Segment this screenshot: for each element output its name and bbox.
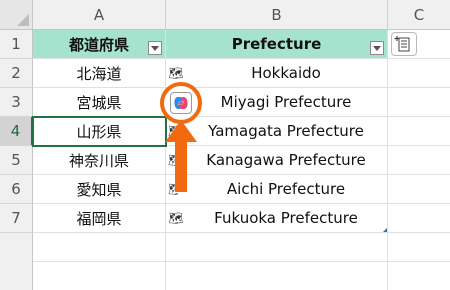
column-header-c[interactable]: C (388, 0, 450, 30)
insert-data-glyph (394, 36, 410, 52)
chevron-down-icon (373, 45, 381, 51)
copilot-icon[interactable] (170, 92, 192, 114)
row-header-1[interactable]: 1 (0, 30, 33, 59)
table-cell[interactable]: 愛知県 (33, 175, 165, 203)
chevron-down-icon (151, 45, 159, 51)
row-header-7[interactable]: 7 (0, 204, 33, 233)
select-all-triangle (17, 14, 29, 26)
pref-jp-text: 宮城県 (76, 93, 122, 112)
pref-en-text: Yamagata Prefecture (208, 122, 364, 140)
table-cell[interactable]: Kanagawa Prefecture (188, 146, 384, 174)
table-header-cell[interactable]: 都道府県 (33, 30, 165, 58)
table-cell[interactable]: Aichi Prefecture (188, 175, 384, 203)
pref-en-text: Hokkaido (251, 64, 321, 82)
row-header-6[interactable]: 6 (0, 175, 33, 204)
table-cell[interactable]: 北海道 (33, 59, 165, 87)
row-header-2[interactable]: 2 (0, 59, 33, 88)
table-cell[interactable]: 福岡県 (33, 204, 165, 232)
active-cell-border (32, 116, 167, 147)
pref-en-text: Kanagawa Prefecture (206, 151, 366, 169)
row-header-3[interactable]: 3 (0, 88, 33, 117)
table-cell[interactable]: Yamagata Prefecture (188, 117, 384, 145)
table-cell[interactable]: 宮城県 (33, 88, 165, 116)
filter-dropdown-icon[interactable] (148, 41, 162, 55)
header-label-jp: 都道府県 (68, 35, 129, 54)
pref-jp-text: 北海道 (76, 64, 122, 83)
row-header-empty (0, 233, 33, 290)
table-cell[interactable]: Miyagi Prefecture (188, 88, 384, 116)
header-label-en: Prefecture (231, 35, 322, 53)
gridline (387, 30, 388, 290)
annotation-arrow (165, 120, 197, 192)
filter-dropdown-icon[interactable] (370, 41, 384, 55)
table-cell[interactable]: 神奈川県 (33, 146, 165, 174)
column-header-b[interactable]: B (166, 0, 388, 30)
map-icon[interactable]: 🗺︎ (168, 211, 184, 225)
pref-en-text: Fukuoka Prefecture (214, 209, 358, 227)
map-icon[interactable]: 🗺︎ (168, 66, 184, 80)
table-cell[interactable]: Hokkaido (188, 59, 384, 87)
insert-data-icon[interactable] (391, 32, 417, 56)
row-header-4[interactable]: 4 (0, 117, 33, 146)
pref-en-text: Aichi Prefecture (226, 180, 346, 198)
pref-jp-text: 愛知県 (76, 180, 122, 199)
row-header-5[interactable]: 5 (0, 146, 33, 175)
select-all-corner[interactable] (0, 0, 33, 30)
pref-en-text: Miyagi Prefecture (220, 93, 352, 111)
table-resize-handle[interactable] (383, 228, 387, 232)
pref-jp-text: 福岡県 (76, 209, 122, 228)
table-header-cell[interactable]: Prefecture (166, 30, 387, 58)
table-cell[interactable]: Fukuoka Prefecture (188, 204, 384, 232)
pref-jp-text: 神奈川県 (68, 151, 129, 170)
copilot-logo (174, 97, 188, 109)
column-header-a[interactable]: A (33, 0, 166, 30)
